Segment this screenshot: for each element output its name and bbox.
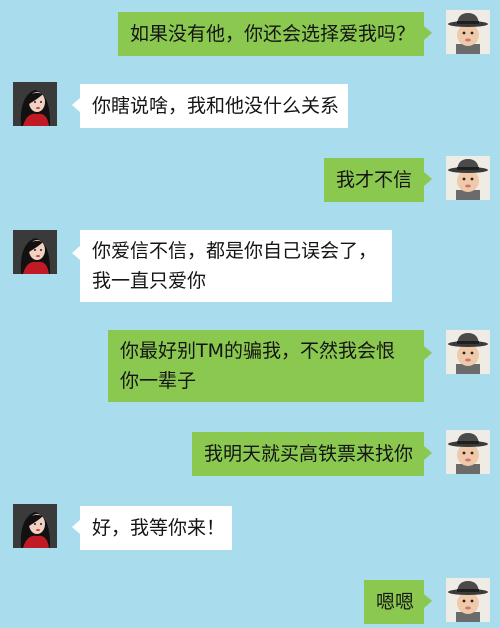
chat-message-row: 我明天就买高铁票来找你 [0, 428, 500, 478]
message-text: 你瞎说啥，我和他没什么关系 [92, 95, 340, 117]
girl-avatar-icon[interactable] [13, 504, 57, 548]
bubble-tail [72, 246, 80, 260]
girl-avatar-icon[interactable] [13, 230, 57, 274]
bubble-tail [424, 26, 432, 40]
chat-message-row: 好，我等你来！ [0, 502, 500, 552]
chat-message-row: 你爱信不信，都是你自己误会了， 我一直只爱你 [0, 228, 500, 304]
message-text: 你爱信不信，都是你自己误会了， [92, 240, 378, 262]
message-text: 我明天就买高铁票来找你 [204, 443, 414, 465]
message-text: 我一直只爱你 [92, 270, 207, 292]
message-text: 你最好别TM的骗我，不然我会恨 [120, 340, 395, 362]
message-bubble[interactable]: 你最好别TM的骗我，不然我会恨 你一辈子 [108, 330, 424, 402]
bubble-tail [424, 172, 432, 186]
message-bubble[interactable]: 我明天就买高铁票来找你 [192, 432, 424, 476]
message-bubble[interactable]: 你瞎说啥，我和他没什么关系 [80, 84, 348, 128]
bubble-tail [72, 98, 80, 112]
message-text: 如果没有他，你还会选择爱我吗？ [130, 23, 416, 45]
message-text: 我才不信 [336, 169, 413, 191]
bubble-tail [424, 594, 432, 608]
boy-avatar-icon[interactable] [446, 330, 490, 374]
bubble-tail [72, 520, 80, 534]
boy-avatar-icon[interactable] [446, 578, 490, 622]
chat-message-row: 你最好别TM的骗我，不然我会恨 你一辈子 [0, 328, 500, 404]
message-text: 你一辈子 [120, 370, 197, 392]
bubble-tail [424, 446, 432, 460]
message-bubble[interactable]: 我才不信 [324, 158, 424, 202]
chat-message-row: 如果没有他，你还会选择爱我吗？ [0, 8, 500, 56]
boy-avatar-icon[interactable] [446, 156, 490, 200]
girl-avatar-icon[interactable] [13, 82, 57, 126]
chat-message-row: 嗯嗯 [0, 576, 500, 628]
message-bubble[interactable]: 如果没有他，你还会选择爱我吗？ [118, 12, 424, 56]
boy-avatar-icon[interactable] [446, 10, 490, 54]
bubble-tail [424, 346, 432, 360]
chat-message-row: 你瞎说啥，我和他没什么关系 [0, 80, 500, 130]
message-bubble[interactable]: 嗯嗯 [364, 580, 424, 624]
message-text: 嗯嗯 [376, 591, 415, 613]
boy-avatar-icon[interactable] [446, 430, 490, 474]
message-bubble[interactable]: 你爱信不信，都是你自己误会了， 我一直只爱你 [80, 230, 392, 302]
message-text: 好，我等你来！ [92, 517, 226, 539]
message-bubble[interactable]: 好，我等你来！ [80, 506, 232, 550]
chat-message-row: 我才不信 [0, 154, 500, 204]
